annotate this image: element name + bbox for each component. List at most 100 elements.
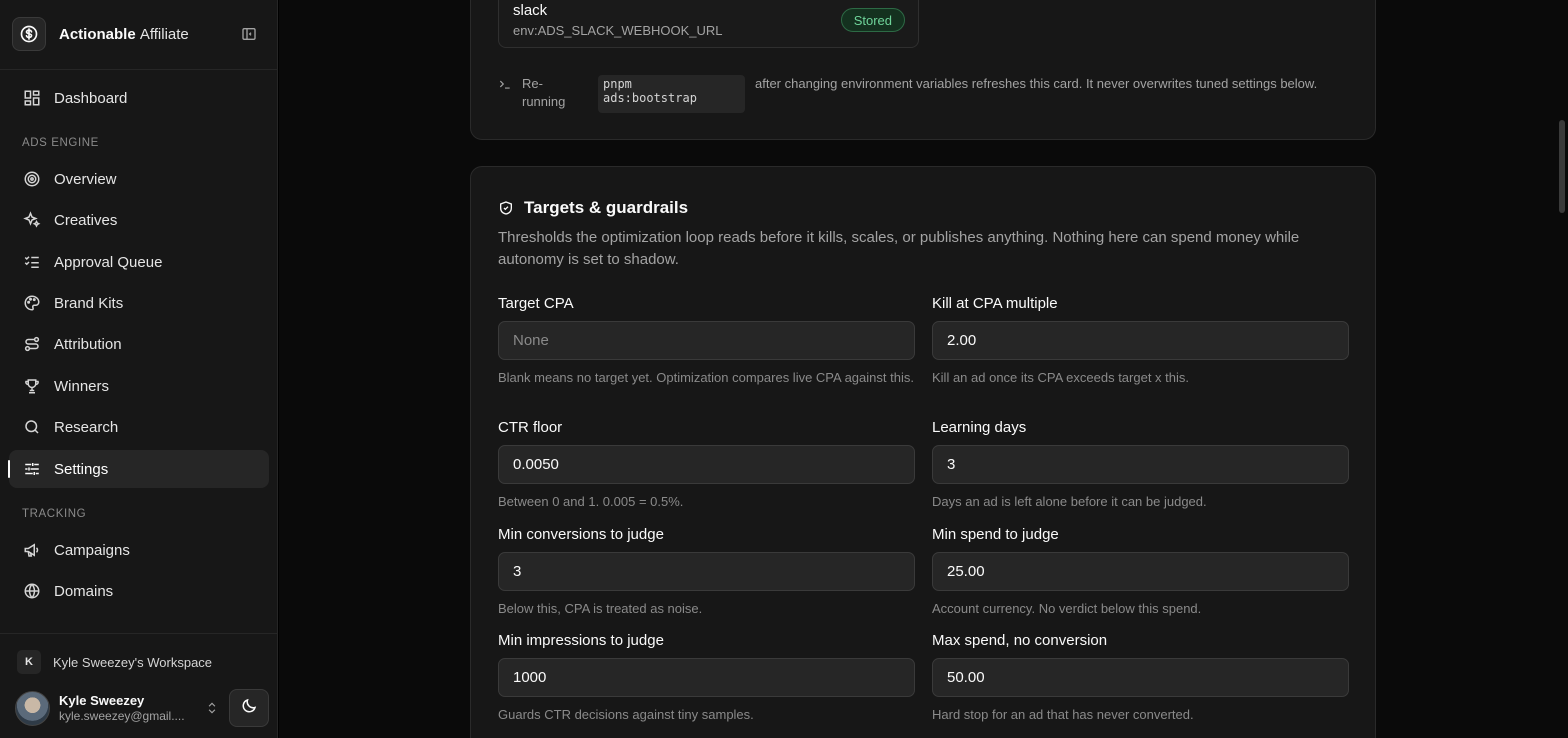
rerun-command: pnpm ads:bootstrap xyxy=(598,75,745,113)
field-label: Max spend, no conversion xyxy=(932,632,1108,649)
field-learning-days: Learning days Days an ad is left alone b… xyxy=(932,418,1349,511)
rerun-suffix: after changing environment variables ref… xyxy=(755,76,1318,91)
field-min-conversions: Min conversions to judge Below this, CPA… xyxy=(498,525,915,618)
list-check-icon xyxy=(22,252,42,272)
sidebar-item-domains[interactable]: Domains xyxy=(9,572,269,610)
sidebar-item-attribution[interactable]: Attribution xyxy=(9,325,269,363)
section-label-ads-engine: ADS ENGINE xyxy=(22,137,99,149)
learning-days-input[interactable] xyxy=(932,445,1349,484)
ctr-floor-input[interactable] xyxy=(498,445,915,484)
card-title-text: Targets & guardrails xyxy=(524,198,689,217)
field-ctr-floor: CTR floor Between 0 and 1. 0.005 = 0.5%. xyxy=(498,418,915,511)
min-spend-input[interactable] xyxy=(932,552,1349,591)
sidebar-divider xyxy=(0,633,278,634)
sparkles-icon xyxy=(22,210,42,230)
target-cpa-input[interactable] xyxy=(498,321,915,360)
field-target-cpa: Target CPA Blank means no target yet. Op… xyxy=(498,294,915,387)
sidebar-item-label: Winners xyxy=(54,377,110,395)
rerun-note: Re-running pnpm ads:bootstrap after chan… xyxy=(498,75,1348,117)
workspace-switcher[interactable]: K Kyle Sweezey's Workspace xyxy=(17,650,212,674)
target-icon xyxy=(22,169,42,189)
field-help: Between 0 and 1. 0.005 = 0.5%. xyxy=(498,494,684,509)
field-help: Hard stop for an ad that has never conve… xyxy=(932,707,1194,722)
field-help: Days an ad is left alone before it can b… xyxy=(932,494,1207,509)
sidebar-item-settings[interactable]: Settings xyxy=(8,450,269,488)
kill-cpa-multiple-input[interactable] xyxy=(932,321,1349,360)
search-icon xyxy=(22,417,42,437)
rerun-prefix: Re-running xyxy=(522,76,566,109)
sidebar-item-label: Settings xyxy=(54,460,109,478)
sidebar-item-creatives[interactable]: Creatives xyxy=(9,201,269,239)
field-help: Account currency. No verdict below this … xyxy=(932,601,1202,616)
card-description: Thresholds the optimization loop reads b… xyxy=(498,229,1300,268)
field-min-spend: Min spend to judge Account currency. No … xyxy=(932,525,1349,618)
user-menu[interactable]: Kyle Sweezey kyle.sweezey@gmail.... xyxy=(15,690,220,726)
field-label: CTR floor xyxy=(498,419,563,436)
avatar xyxy=(15,690,50,726)
field-help: Below this, CPA is treated as noise. xyxy=(498,601,703,616)
sidebar-toggle-icon[interactable] xyxy=(240,25,258,43)
user-email: kyle.sweezey@gmail.... xyxy=(59,708,185,723)
main-content: slack env:ADS_SLACK_WEBHOOK_URL Stored R… xyxy=(279,0,1568,738)
sidebar: Actionable Affiliate Dashboard ADS ENGIN… xyxy=(0,0,278,738)
secret-env-var: env:ADS_SLACK_WEBHOOK_URL xyxy=(513,23,723,38)
sidebar-item-label: Overview xyxy=(54,170,117,188)
sidebar-item-campaigns[interactable]: Campaigns xyxy=(9,531,269,569)
sidebar-item-label: Attribution xyxy=(54,335,122,353)
field-label: Kill at CPA multiple xyxy=(932,295,1058,312)
sidebar-item-label: Domains xyxy=(54,582,114,600)
megaphone-icon xyxy=(22,540,42,560)
dashboard-icon xyxy=(22,88,42,108)
brand-name: Actionable Affiliate xyxy=(59,25,189,43)
sidebar-item-label: Research xyxy=(54,418,119,436)
chevrons-up-down-icon xyxy=(205,699,219,722)
field-label: Min impressions to judge xyxy=(498,632,664,649)
field-kill-cpa-multiple: Kill at CPA multiple Kill an ad once its… xyxy=(932,294,1349,387)
shield-check-icon xyxy=(498,200,514,216)
workspace-badge: K xyxy=(17,650,41,674)
palette-icon xyxy=(22,293,42,313)
globe-icon xyxy=(22,581,42,601)
route-icon xyxy=(22,334,42,354)
sidebar-item-dashboard[interactable]: Dashboard xyxy=(9,79,269,117)
guardrails-card: Targets & guardrails Thresholds the opti… xyxy=(470,166,1376,738)
sidebar-item-label: Creatives xyxy=(54,211,118,229)
field-label: Min spend to judge xyxy=(932,526,1059,543)
sidebar-item-label: Approval Queue xyxy=(54,253,163,271)
brand[interactable]: Actionable Affiliate xyxy=(12,17,266,51)
field-help: Blank means no target yet. Optimization … xyxy=(498,370,914,385)
min-impressions-input[interactable] xyxy=(498,658,915,697)
sidebar-item-overview[interactable]: Overview xyxy=(9,160,269,198)
card-title: Targets & guardrails xyxy=(498,197,688,219)
sliders-icon xyxy=(22,459,42,479)
max-spend-no-conversion-input[interactable] xyxy=(932,658,1349,697)
secret-name: slack xyxy=(513,2,548,19)
field-help: Kill an ad once its CPA exceeds target x… xyxy=(932,370,1190,385)
trophy-icon xyxy=(22,376,42,396)
sidebar-item-winners[interactable]: Winners xyxy=(9,367,269,405)
terminal-icon xyxy=(498,77,512,96)
min-conversions-input[interactable] xyxy=(498,552,915,591)
sidebar-item-label: Brand Kits xyxy=(54,294,124,312)
field-label: Target CPA xyxy=(498,295,574,312)
sidebar-item-brand-kits[interactable]: Brand Kits xyxy=(9,284,269,322)
env-secrets-card: slack env:ADS_SLACK_WEBHOOK_URL Stored R… xyxy=(470,0,1376,140)
sidebar-item-label: Dashboard xyxy=(54,89,128,107)
theme-toggle-button[interactable] xyxy=(229,689,269,727)
section-label-tracking: TRACKING xyxy=(22,508,87,520)
field-max-spend-no-conversion: Max spend, no conversion Hard stop for a… xyxy=(932,631,1349,724)
field-help: Guards CTR decisions against tiny sample… xyxy=(498,707,754,722)
field-min-impressions: Min impressions to judge Guards CTR deci… xyxy=(498,631,915,724)
secret-row-slack: slack env:ADS_SLACK_WEBHOOK_URL Stored xyxy=(498,0,919,48)
sidebar-item-label: Campaigns xyxy=(54,541,130,559)
sidebar-divider xyxy=(0,69,278,70)
scrollbar[interactable] xyxy=(1559,120,1565,213)
sidebar-item-research[interactable]: Research xyxy=(9,408,269,446)
dollar-logo-icon xyxy=(12,17,46,51)
field-label: Learning days xyxy=(932,419,1027,436)
field-label: Min conversions to judge xyxy=(498,526,664,543)
status-badge: Stored xyxy=(840,8,905,32)
moon-icon xyxy=(240,697,258,720)
user-name: Kyle Sweezey xyxy=(59,692,145,708)
sidebar-item-approval-queue[interactable]: Approval Queue xyxy=(9,243,269,281)
